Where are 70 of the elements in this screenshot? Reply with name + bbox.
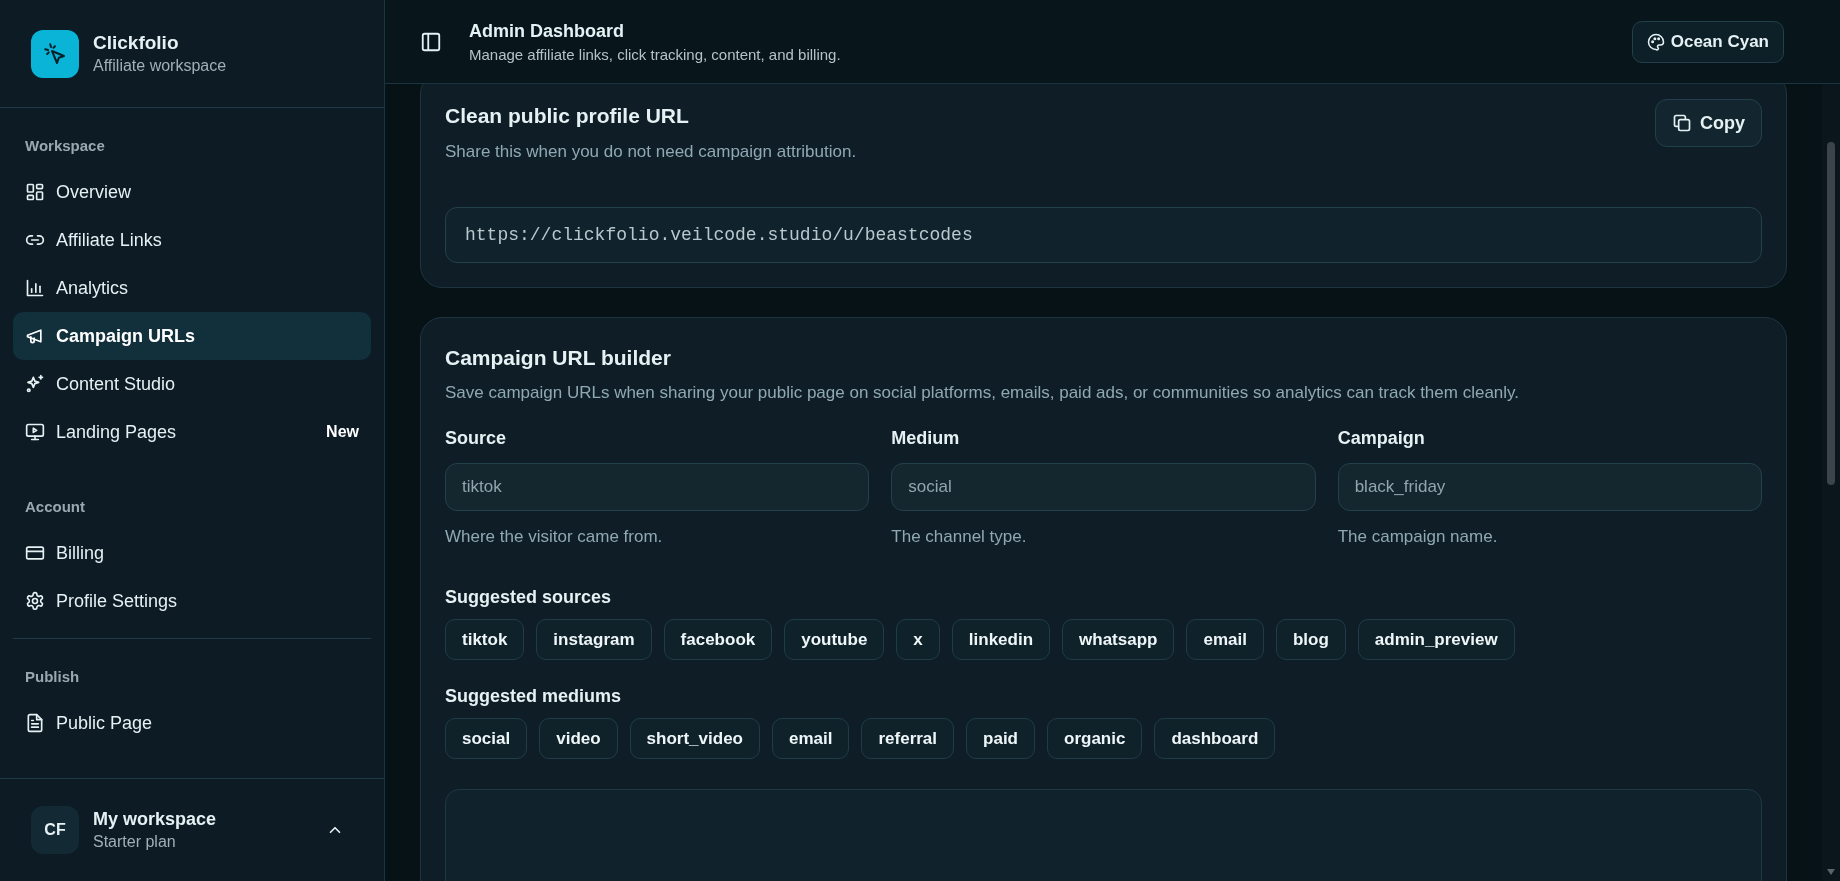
sidebar-item[interactable]: Profile Settings <box>13 577 371 625</box>
suggestion-chip[interactable]: email <box>771 718 850 759</box>
field-hint: The channel type. <box>891 526 1028 548</box>
sidebar-panel-icon <box>420 30 442 53</box>
suggestion-chip[interactable]: organic <box>1047 718 1143 759</box>
copy-button[interactable]: Copy <box>1655 99 1762 147</box>
field-hint: The campaign name. <box>1337 526 1499 548</box>
sidebar-section-title: Account <box>24 497 86 517</box>
megaphone-icon <box>25 326 45 346</box>
suggestion-chip[interactable]: social <box>445 718 528 759</box>
suggestion-chip[interactable]: facebook <box>663 619 773 660</box>
profile-url-field[interactable]: https://clickfolio.veilcode.studio/u/beastcodes <box>445 207 1762 263</box>
page-subtitle: Manage affiliate links, click tracking, content, and billing. <box>469 44 842 65</box>
suggestion-chip[interactable]: blog <box>1275 619 1346 660</box>
sidebar-item[interactable]: Campaign URLs <box>13 312 371 360</box>
sidebar-section-title: Workspace <box>24 136 106 156</box>
text-input-field[interactable]: black_friday <box>1337 463 1762 511</box>
credit-card-icon <box>25 543 45 563</box>
card-description: Share this when you do not need campaign attribution. <box>445 141 857 163</box>
suggestion-chip[interactable]: referral <box>861 718 955 759</box>
sidebar-item[interactable]: Content Studio <box>13 360 371 408</box>
suggestion-chip[interactable]: whatsapp <box>1062 619 1175 660</box>
monitor-play-icon <box>25 422 45 442</box>
suggestion-chip[interactable]: email <box>1186 619 1264 660</box>
suggestion-chip[interactable]: youtube <box>784 619 885 660</box>
settings-icon <box>25 591 45 611</box>
cursor-click-icon <box>43 41 67 66</box>
text-input-field[interactable]: tiktok <box>445 463 870 511</box>
sidebar-item[interactable]: Affiliate Links <box>13 216 371 264</box>
sidebar-item[interactable]: Public Page <box>13 699 371 747</box>
suggestions-heading: Suggested sources <box>445 586 613 609</box>
sidebar-section-title: Publish <box>24 667 81 687</box>
sidebar-item[interactable]: Analytics <box>13 264 371 312</box>
document-icon <box>25 713 45 733</box>
theme-button[interactable]: Ocean Cyan <box>1631 20 1784 63</box>
suggestion-chip[interactable]: x <box>896 619 940 660</box>
card-title: Campaign URL builder <box>445 345 672 371</box>
field-label: Medium <box>891 427 961 450</box>
sidebar-item[interactable]: Billing <box>13 529 371 577</box>
brand-subtitle: Affiliate workspace <box>93 55 227 76</box>
field-label: Source <box>445 427 508 450</box>
suggestions-heading: Suggested mediums <box>445 685 623 708</box>
field-label: Campaign <box>1337 427 1426 450</box>
suggestion-chip[interactable]: paid <box>966 718 1035 759</box>
page-title: Admin Dashboard <box>469 19 625 43</box>
workspace-avatar: CF <box>31 806 79 854</box>
copy-icon <box>1672 113 1692 133</box>
sidebar-item[interactable]: Overview <box>13 168 371 216</box>
text-input-field[interactable]: social <box>891 463 1316 511</box>
suggestion-chip[interactable]: instagram <box>536 619 652 660</box>
workspace-plan: Starter plan <box>93 832 177 852</box>
suggestion-chip[interactable]: short_video <box>629 718 760 759</box>
suggestion-chip[interactable]: tiktok <box>445 619 525 660</box>
suggestion-chip[interactable]: dashboard <box>1154 718 1276 759</box>
workspace-name: My workspace <box>93 808 218 831</box>
scroll-down-icon[interactable] <box>1827 869 1835 875</box>
scrollbar-thumb[interactable] <box>1827 142 1835 485</box>
suggestion-chip[interactable]: admin_preview <box>1357 619 1515 660</box>
palette-icon <box>1646 32 1665 51</box>
card-title: Clean public profile URL <box>445 103 690 129</box>
card-description: Save campaign URLs when sharing your public page on social platforms, emails, paid ads, or communities so analytics can track them cleanly. <box>445 382 1521 404</box>
sidebar-item[interactable]: Landing Pages New <box>13 408 371 456</box>
field-hint: Where the visitor came from. <box>445 526 664 548</box>
sparkle-icon <box>25 374 45 394</box>
suggestion-chip[interactable]: linkedin <box>951 619 1051 660</box>
new-label: New <box>326 422 359 442</box>
grid-icon <box>25 182 45 202</box>
brand-name: Clickfolio <box>93 30 180 55</box>
bar-chart-icon <box>25 278 45 298</box>
suggestion-chip[interactable]: video <box>539 718 618 759</box>
